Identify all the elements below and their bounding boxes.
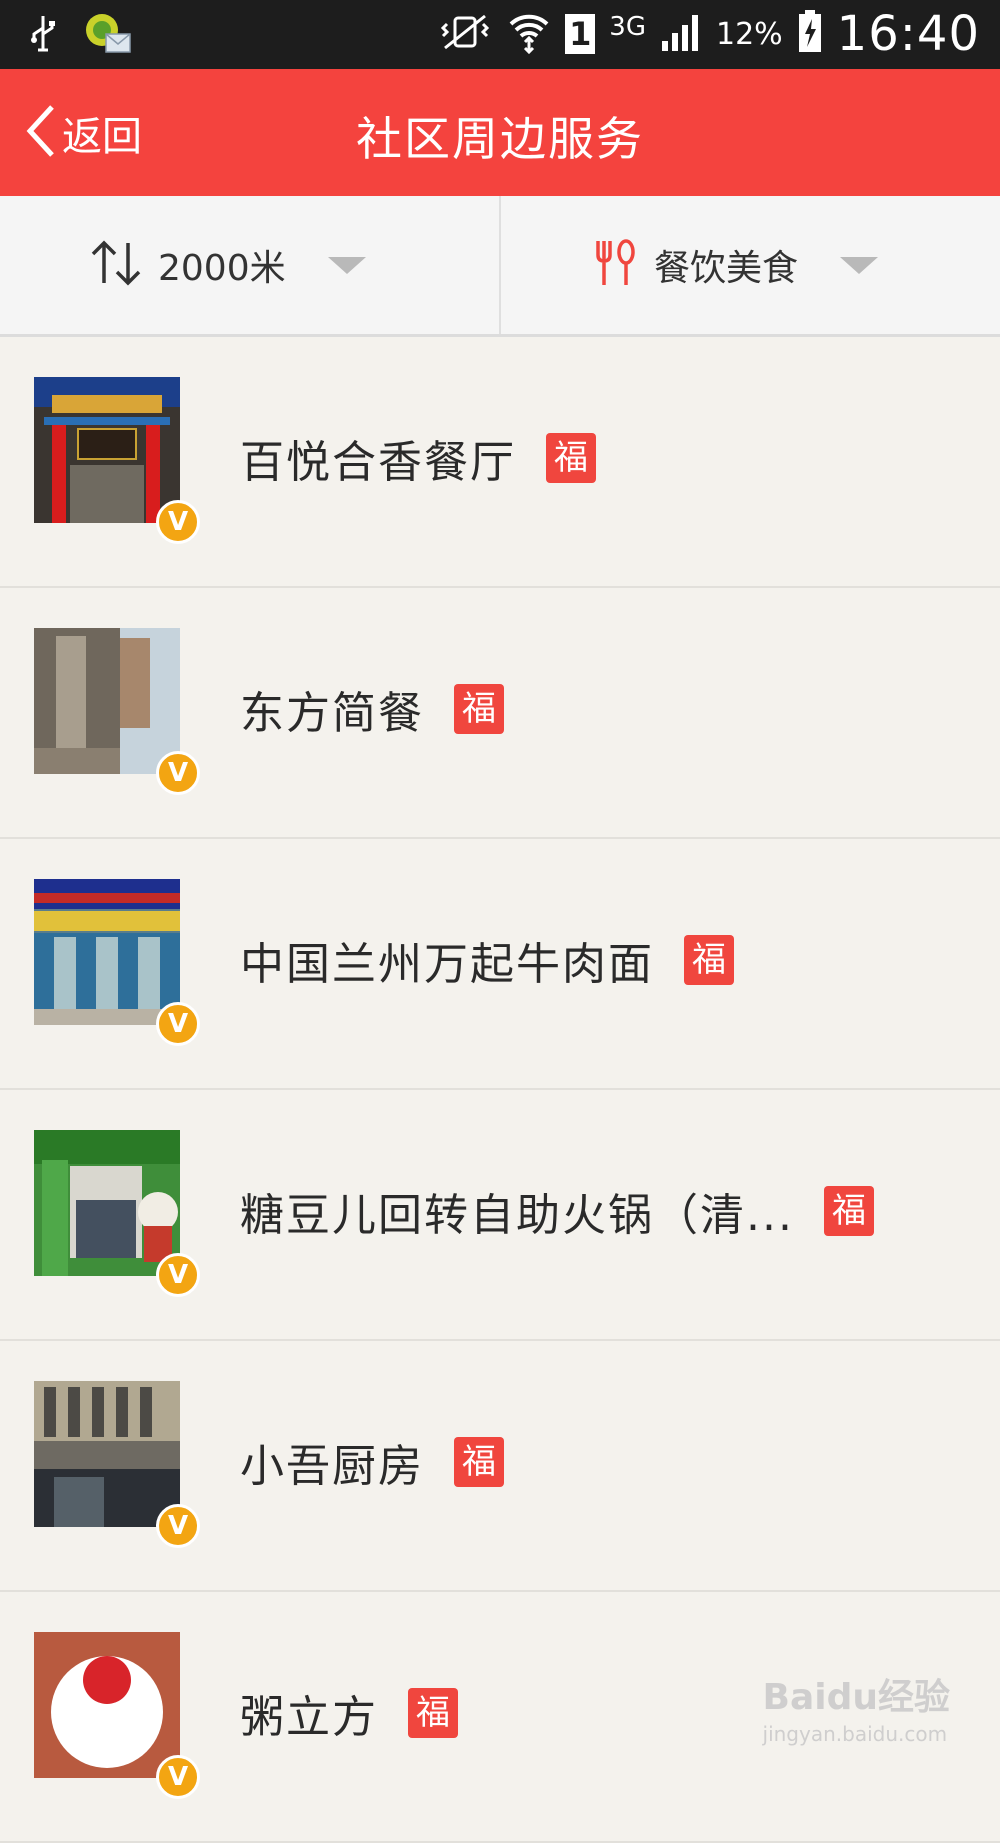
list-item[interactable]: V 百悦合香餐厅 福 <box>0 337 1000 588</box>
watermark-sub: jingyan.baidu.com <box>762 1722 948 1746</box>
restaurant-thumbnail <box>34 1632 180 1778</box>
verified-badge: V <box>156 500 200 544</box>
fu-badge: 福 <box>454 1437 504 1487</box>
fu-badge: 福 <box>454 684 504 734</box>
restaurant-thumbnail <box>34 1381 180 1527</box>
fu-badge: 福 <box>823 1186 874 1236</box>
verified-badge: V <box>156 1002 200 1046</box>
item-title-row: 百悦合香餐厅 福 <box>240 358 596 558</box>
item-title-row: 小吾厨房 福 <box>240 1362 504 1562</box>
distance-filter-label: 2000米 <box>158 248 286 289</box>
category-filter[interactable]: 餐饮美食 <box>594 196 879 334</box>
verified-badge: V <box>156 1755 200 1799</box>
battery-charging-icon <box>797 10 823 58</box>
restaurant-name: 粥立方 <box>240 1692 378 1743</box>
restaurant-name: 糖豆儿回转自助火锅（清... <box>240 1190 794 1241</box>
restaurant-thumbnail <box>34 628 180 774</box>
signal-icon <box>660 11 702 57</box>
wifi-icon <box>507 10 551 58</box>
app-notification-icon <box>84 12 132 60</box>
usb-icon <box>28 14 58 58</box>
sim-slot-indicator: 1 <box>565 14 596 54</box>
restaurant-name: 东方简餐 <box>240 688 424 739</box>
category-filter-label: 餐饮美食 <box>654 248 799 289</box>
restaurant-thumbnail <box>34 879 180 1025</box>
verified-badge: V <box>156 1253 200 1297</box>
dropdown-caret-icon <box>840 256 879 274</box>
filter-bar: 2000米 餐饮美食 <box>0 196 1000 337</box>
restaurant-name: 中国兰州万起牛肉面 <box>240 939 654 990</box>
restaurant-thumbnail <box>34 377 180 523</box>
list-item[interactable]: V 中国兰州万起牛肉面 福 <box>0 839 1000 1090</box>
verified-badge: V <box>156 1504 200 1548</box>
fu-badge: 福 <box>408 1688 458 1738</box>
restaurant-name: 百悦合香餐厅 <box>240 437 516 488</box>
restaurant-name: 小吾厨房 <box>240 1441 424 1492</box>
battery-percent: 12% <box>715 16 783 52</box>
list-item[interactable]: V 东方简餐 福 <box>0 588 1000 839</box>
sort-icon <box>90 239 142 291</box>
fu-badge: 福 <box>684 935 734 985</box>
item-title-row: 中国兰州万起牛肉面 福 <box>240 860 734 1060</box>
network-type: 3G <box>609 12 646 42</box>
item-title-row: 糖豆儿回转自助火锅（清... 福 <box>240 1111 874 1311</box>
vibrate-mute-icon <box>437 12 493 56</box>
status-bar: 1 3G 12% 16:40 <box>0 0 1000 69</box>
list-item[interactable]: V 小吾厨房 福 <box>0 1341 1000 1592</box>
list-item[interactable]: V 糖豆儿回转自助火锅（清... 福 <box>0 1090 1000 1341</box>
watermark-main: Baidu经验 <box>762 1677 950 1718</box>
app-header: 返回 社区周边服务 <box>0 69 1000 196</box>
page-title: 社区周边服务 <box>356 112 644 166</box>
restaurant-list: V 百悦合香餐厅 福 V 东方简餐 福 V 中国兰州万起牛肉面 福 V 糖豆儿回… <box>0 337 1000 1843</box>
item-title-row: 东方简餐 福 <box>240 609 504 809</box>
dropdown-caret-icon <box>327 256 366 274</box>
fu-badge: 福 <box>546 433 596 483</box>
fork-knife-icon <box>594 239 638 291</box>
clock: 16:40 <box>836 6 980 62</box>
verified-badge: V <box>156 751 200 795</box>
distance-filter[interactable]: 2000米 <box>90 196 366 334</box>
filter-divider <box>499 196 501 334</box>
restaurant-thumbnail <box>34 1130 180 1276</box>
item-title-row: 粥立方 福 <box>240 1613 458 1813</box>
baidu-watermark: Baidu经验 jingyan.baidu.com <box>763 1668 950 1746</box>
